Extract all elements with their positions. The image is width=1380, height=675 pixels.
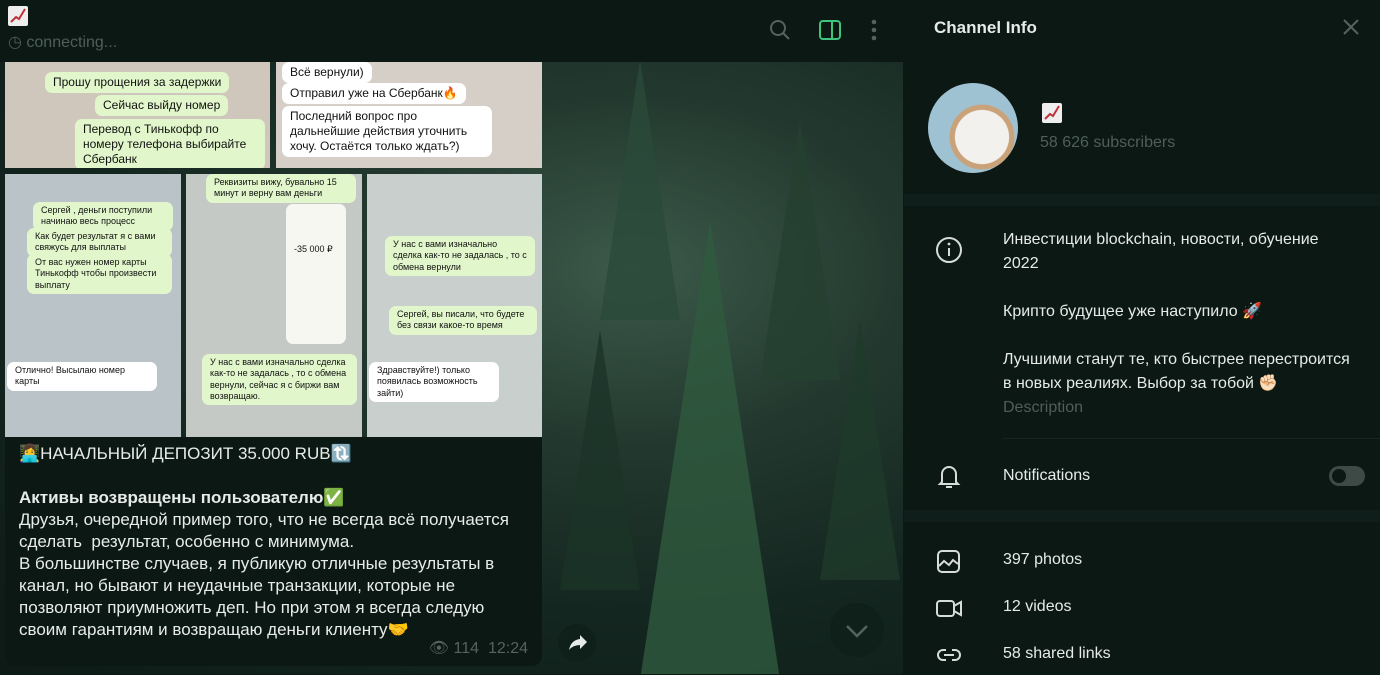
link-icon	[934, 640, 964, 670]
photo-text: Отправил уже на Сбербанк🔥	[282, 83, 466, 104]
shared-links-count: 58 shared links	[1003, 645, 1111, 662]
status-text: connecting...	[26, 34, 118, 51]
post-headline: 👩‍💻НАЧАЛЬНЫЙ ДЕПОЗИТ 35.000 RUB🔃	[19, 444, 352, 463]
scroll-down-button[interactable]	[830, 603, 884, 657]
video-icon	[934, 593, 964, 623]
videos-row[interactable]: 12 videos	[904, 590, 1380, 626]
photo-text: Прошу прощения за задержки	[45, 72, 230, 93]
post-body: Друзья, очередной пример того, что не вс…	[19, 510, 509, 639]
photo-chat-screenshot[interactable]: Всё вернули) Отправил уже на Сбербанк🔥 П…	[276, 62, 542, 168]
channel-info-panel: Channel Info 📈 58 626 subscribers Инвест…	[904, 0, 1380, 674]
photo-text: От вас нужен номер карты Тинькофф чтобы …	[27, 254, 172, 294]
notifications-toggle[interactable]	[1329, 466, 1365, 486]
channel-name-emoji: 📈	[1042, 103, 1062, 123]
photo-text: Последний вопрос про дальнейшие действия…	[282, 106, 492, 157]
videos-count: 12 videos	[1003, 598, 1072, 615]
photo-text: Перевод с Тинькофф по номеру телефона вы…	[75, 119, 265, 168]
photo-text: У нас с вами изначально сделка как-то не…	[385, 236, 535, 276]
close-icon	[1343, 19, 1359, 35]
photo-text: Всё вернули)	[282, 62, 372, 83]
connection-status: ◷ connecting...	[8, 32, 117, 52]
post-meta: 👁 114 12:24	[429, 638, 528, 660]
phone-screenshot: -35 000 ₽	[286, 204, 346, 344]
photo-text: Здравствуйте!) только появилась возможно…	[369, 362, 499, 402]
post-time: 12:24	[487, 640, 528, 657]
photo-icon	[934, 546, 964, 576]
subscriber-count: 58 626 subscribers	[1040, 134, 1176, 151]
photo-text: Как будет результат я с вами свяжусь для…	[27, 228, 172, 257]
notifications-label: Notifications	[1003, 467, 1091, 484]
chevron-down-icon	[846, 625, 868, 638]
bell-icon	[934, 461, 964, 491]
photo-text: Отлично! Высылаю номер карты	[7, 362, 157, 391]
search-icon[interactable]	[768, 18, 792, 42]
links-row[interactable]: 58 shared links	[904, 637, 1380, 673]
chart-emoji-icon	[8, 6, 28, 26]
info-icon	[934, 235, 964, 265]
chat-header: 📈 ◷ connecting...	[0, 0, 903, 62]
views-icon: 👁	[428, 640, 450, 657]
panel-title: Channel Info	[934, 18, 1037, 37]
photo-text: -35 000 ₽	[294, 244, 333, 254]
photo-chat-screenshot[interactable]: Реквизиты вижу, бувально 15 минут и верн…	[186, 174, 362, 437]
chat-area: 📈 ◷ connecting... Прошу прощения за заде…	[0, 0, 903, 674]
channel-avatar[interactable]	[928, 83, 1018, 173]
photos-row[interactable]: 397 photos	[904, 543, 1380, 579]
photo-text: Сергей, вы писали, что будете без связи …	[389, 306, 537, 335]
close-button[interactable]	[1342, 18, 1360, 41]
forward-icon	[569, 635, 587, 650]
photo-chat-screenshot[interactable]: У нас с вами изначально сделка как-то не…	[367, 174, 542, 437]
divider	[904, 194, 1380, 206]
divider	[904, 510, 1380, 522]
forward-button[interactable]	[558, 624, 596, 662]
view-count: 114	[453, 640, 480, 657]
more-options-icon[interactable]	[862, 18, 886, 42]
photo-chat-screenshot[interactable]: Прошу прощения за задержки Сейчас выйду …	[5, 62, 270, 168]
photo-text: Сергей , деньги поступили начинаю весь п…	[33, 202, 173, 231]
sidebar-toggle-icon[interactable]	[818, 18, 842, 42]
post-subheading: Активы возвращены пользователю✅	[19, 488, 345, 507]
description-label: Description	[1003, 399, 1084, 416]
notifications-row[interactable]: Notifications	[904, 455, 1380, 497]
photo-text: У нас с вами изначально сделка как-то не…	[202, 354, 357, 405]
photo-text: Реквизиты вижу, бувально 15 минут и верн…	[206, 174, 356, 203]
channel-post: 👩‍💻НАЧАЛЬНЫЙ ДЕПОЗИТ 35.000 RUB🔃 Активы …	[5, 437, 542, 666]
photo-text: Сейчас выйду номер	[95, 95, 229, 116]
clock-icon: ◷	[8, 34, 27, 51]
photos-count: 397 photos	[1003, 551, 1083, 568]
photo-chat-screenshot[interactable]: Сергей , деньги поступили начинаю весь п…	[5, 174, 181, 437]
channel-description: Инвестиции blockchain, новости, обучение…	[1003, 231, 1350, 392]
divider	[1003, 438, 1380, 439]
